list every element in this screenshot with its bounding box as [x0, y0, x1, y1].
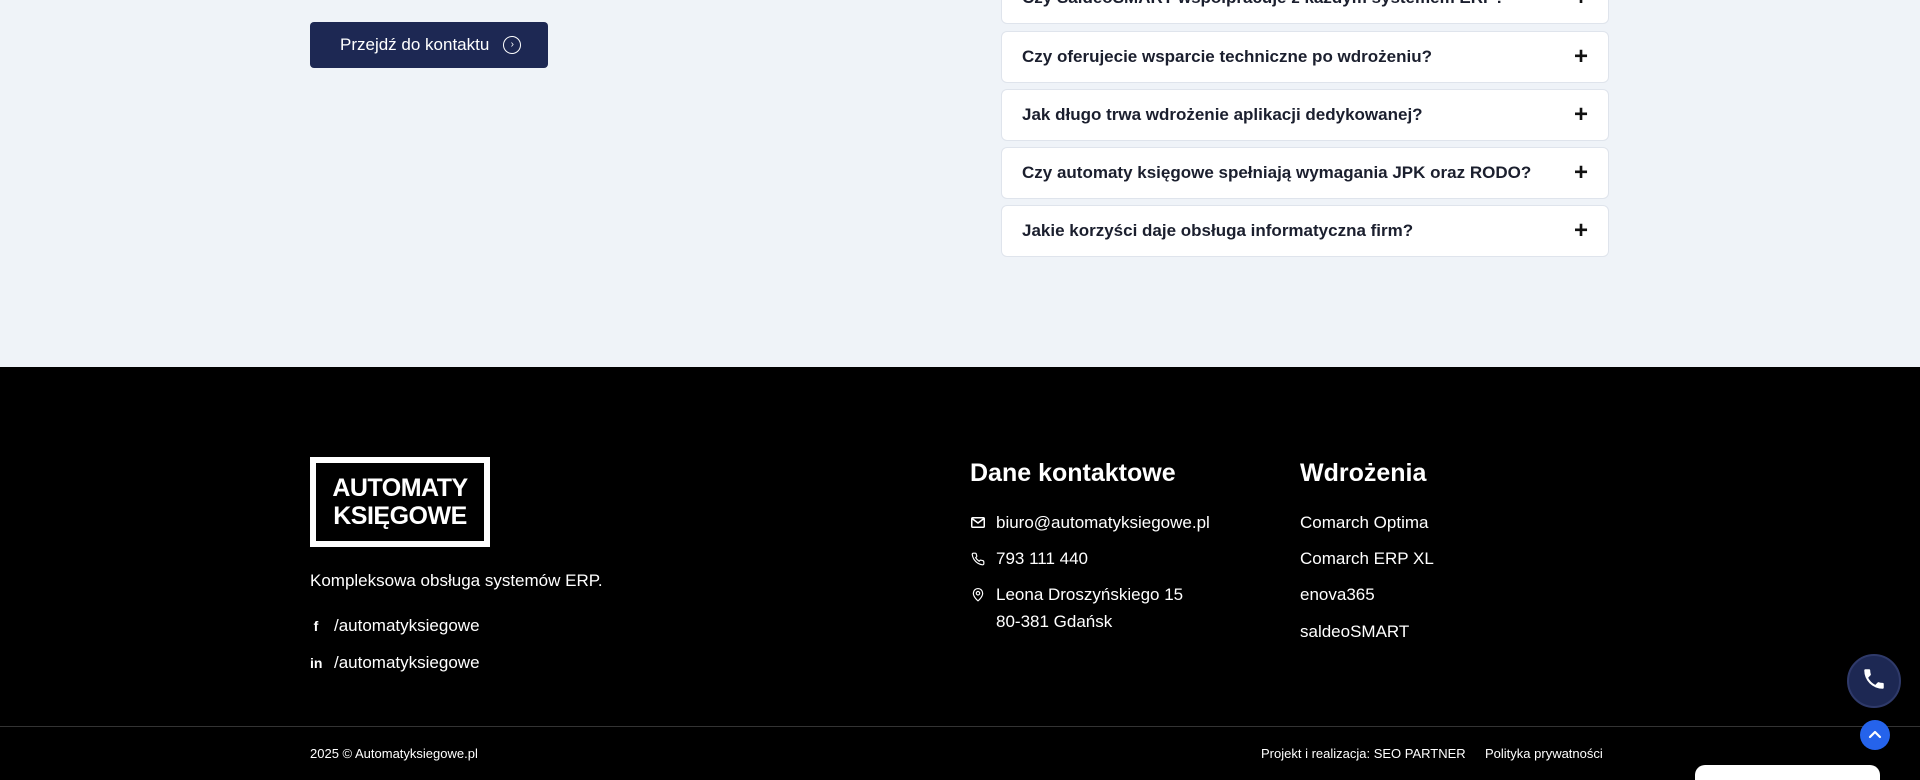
plus-icon: + — [1573, 101, 1588, 128]
faq-question: Jak długo trwa wdrożenie aplikacji dedyk… — [1022, 105, 1423, 124]
cta-label: Przejdź do kontaktu — [340, 35, 490, 54]
facebook-icon: f — [313, 618, 319, 634]
plus-icon: + — [1574, 0, 1588, 10]
faq-item[interactable]: Czy oferujecie wsparcie techniczne po wd… — [1001, 31, 1609, 83]
email-text: biuro@automatyksiegowe.pl — [996, 513, 1210, 532]
company-logo[interactable]: AUTOMATY KSIĘGOWE — [310, 457, 490, 547]
logo-line-1: AUTOMATY — [332, 474, 468, 502]
address-line-2: 80-381 Gdańsk — [996, 612, 1113, 631]
scroll-to-top-button[interactable] — [1860, 720, 1890, 750]
logo-line-2: KSIĘGOWE — [333, 502, 467, 530]
credits-link[interactable]: Projekt i realizacja: SEO PARTNER — [1261, 746, 1466, 761]
privacy-policy-link[interactable]: Polityka prywatności — [1485, 746, 1603, 761]
footer-divider — [0, 726, 1920, 727]
facebook-link[interactable]: f /automatyksiegowe — [310, 616, 480, 636]
plus-icon: + — [1573, 159, 1588, 186]
implementation-link[interactable]: enova365 — [1300, 585, 1375, 605]
faq-item[interactable]: Jakie korzyści daje obsługa informatyczn… — [1001, 205, 1609, 257]
implementation-link[interactable]: saldeoSMART — [1300, 622, 1409, 642]
faq-section: Przejdź do kontaktu › Czy SaldeoSMART ws… — [0, 0, 1920, 367]
contact-email[interactable]: biuro@automatyksiegowe.pl — [970, 509, 1210, 536]
linkedin-icon: in — [310, 655, 323, 671]
footer-tagline: Kompleksowa obsługa systemów ERP. — [310, 571, 603, 590]
phone-icon — [1861, 666, 1887, 697]
faq-item[interactable]: Czy automaty księgowe spełniają wymagani… — [1001, 147, 1609, 199]
chevron-up-icon — [1868, 726, 1882, 744]
implementation-link[interactable]: Comarch Optima — [1300, 513, 1428, 533]
chat-widget-tab[interactable] — [1695, 765, 1880, 780]
map-pin-icon — [970, 581, 986, 608]
linkedin-link[interactable]: in /automatyksiegowe — [310, 653, 480, 673]
phone-text: 793 111 440 — [996, 549, 1089, 568]
implementation-link[interactable]: Comarch ERP XL — [1300, 549, 1434, 569]
faq-question: Czy automaty księgowe spełniają wymagani… — [1022, 163, 1532, 182]
phone-icon — [970, 545, 986, 572]
contact-phone[interactable]: 793 111 440 — [970, 545, 1088, 572]
address-line-1: Leona Droszyńskiego 15 — [996, 585, 1184, 604]
faq-question: Jakie korzyści daje obsługa informatyczn… — [1022, 221, 1414, 240]
faq-question: Czy oferujecie wsparcie techniczne po wd… — [1022, 47, 1432, 66]
faq-item[interactable]: Czy SaldeoSMART współpracuje z każdym sy… — [1001, 0, 1609, 24]
contact-cta-button[interactable]: Przejdź do kontaktu › — [310, 22, 548, 68]
contact-heading: Dane kontaktowe — [970, 459, 1176, 487]
faq-question: Czy SaldeoSMART współpracuje z każdym sy… — [1022, 0, 1505, 8]
call-button[interactable] — [1847, 654, 1901, 708]
copyright: 2025 © Automatyksiegowe.pl — [310, 746, 478, 761]
chevron-right-circle-icon: › — [503, 36, 522, 54]
mail-icon — [970, 509, 986, 536]
faq-item[interactable]: Jak długo trwa wdrożenie aplikacji dedyk… — [1001, 89, 1609, 141]
facebook-handle: /automatyksiegowe — [334, 616, 480, 635]
plus-icon: + — [1573, 43, 1588, 70]
site-footer: AUTOMATY KSIĘGOWE Kompleksowa obsługa sy… — [0, 367, 1920, 780]
linkedin-handle: /automatyksiegowe — [334, 653, 480, 672]
contact-address: Leona Droszyńskiego 15 80-381 Gdańsk — [970, 581, 1183, 635]
implementations-heading: Wdrożenia — [1300, 459, 1427, 487]
plus-icon: + — [1573, 217, 1588, 244]
